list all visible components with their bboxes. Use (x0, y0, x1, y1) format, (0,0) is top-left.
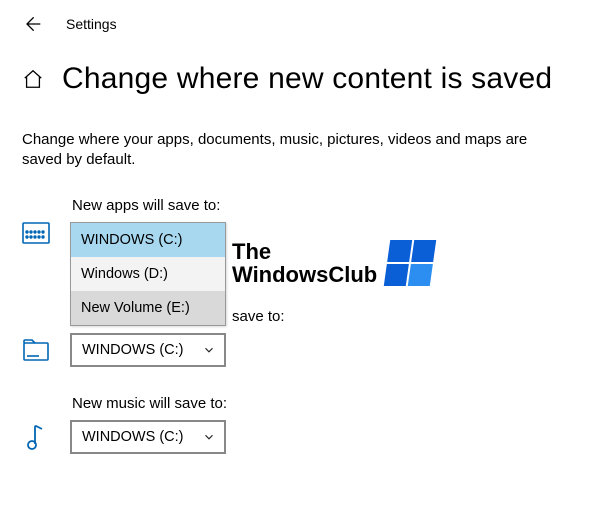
dropdown-option-c[interactable]: WINDOWS (C:) (71, 223, 225, 257)
chevron-down-icon (202, 430, 216, 444)
setting-apps-label: New apps will save to: (22, 197, 578, 214)
watermark-line2: WindowsClub (232, 263, 377, 286)
watermark-line1: The (232, 240, 377, 263)
setting-music: New music will save to: WINDOWS (C:) (0, 371, 600, 458)
page-title: Change where new content is saved (62, 62, 552, 96)
music-select-value: WINDOWS (C:) (82, 429, 183, 445)
documents-select-value: WINDOWS (C:) (82, 342, 183, 358)
watermark: The WindowsClub (232, 240, 433, 286)
windows-logo-icon (384, 240, 436, 286)
topbar-title: Settings (66, 16, 117, 32)
topbar: Settings (0, 0, 600, 44)
setting-apps: New apps will save to: WINDOWS (C:) (0, 179, 600, 248)
setting-music-label: New music will save to: (22, 395, 578, 412)
music-select[interactable]: WINDOWS (C:) (70, 420, 226, 454)
apps-icon (22, 222, 50, 244)
documents-select[interactable]: WINDOWS (C:) (70, 333, 226, 367)
dropdown-option-d[interactable]: Windows (D:) (71, 257, 225, 291)
music-icon (22, 424, 50, 450)
back-icon[interactable] (22, 14, 42, 34)
dropdown-option-e[interactable]: New Volume (E:) (71, 291, 225, 325)
chevron-down-icon (202, 343, 216, 357)
header: Change where new content is saved (0, 44, 600, 100)
home-icon[interactable] (22, 68, 44, 90)
apps-dropdown[interactable]: WINDOWS (C:) Windows (D:) New Volume (E:… (70, 222, 226, 326)
description: Change where your apps, documents, music… (0, 100, 560, 179)
documents-icon (22, 339, 50, 361)
